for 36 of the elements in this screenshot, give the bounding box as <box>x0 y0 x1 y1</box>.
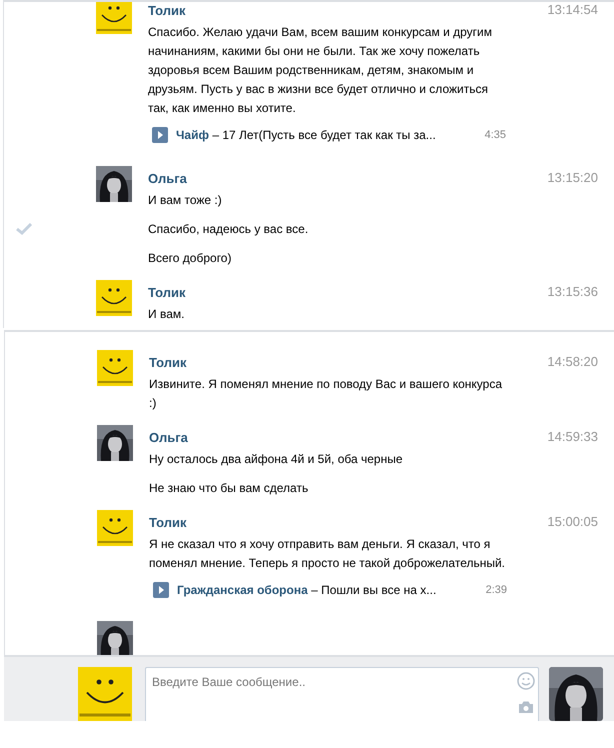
audio-title[interactable]: Чайф – 17 Лет(Пусть все будет так как ты за... <box>176 126 436 144</box>
camera-icon[interactable] <box>518 700 534 714</box>
author-name[interactable]: Ольга <box>148 170 187 188</box>
message-time: 14:58:20 <box>547 354 598 370</box>
author-name[interactable]: Толик <box>149 354 186 372</box>
author-name[interactable]: Ольга <box>149 429 188 447</box>
message-time: 14:59:33 <box>547 429 598 445</box>
message-text: Я не сказал что я хочу отправить вам деньги. Я сказал, что я поменял мнение. Теперь я просто не такой доброжелательный. <box>149 536 506 572</box>
smiley-avatar-icon <box>96 280 132 316</box>
author-name[interactable]: Толик <box>148 284 186 302</box>
message-text: Спасибо. Желаю удачи Вам, всем вашим конкурсам и другим начинаниям, какими бы они не были. Так же хочу пожелать здоровья всем Вашим родственникам, детям, знакомым и друзьям. Пусть у вас в жизни все будет отлично и сложиться так, как именно вы хотите. <box>148 24 493 117</box>
author-name[interactable]: Толик <box>148 2 186 20</box>
message-text: Всего доброго) <box>148 250 232 267</box>
emoji-icon[interactable] <box>517 672 535 690</box>
smiley-avatar-icon <box>78 667 132 721</box>
author-name[interactable]: Толик <box>149 514 186 532</box>
message-text: И вам. <box>148 306 186 323</box>
message-time: 13:15:20 <box>547 170 598 186</box>
message-time: 13:14:54 <box>547 2 598 18</box>
smiley-avatar-icon <box>97 510 133 546</box>
audio-duration: 2:39 <box>486 582 507 598</box>
message-text: Извините. Я поменял мнение по поводу Вас и вашего конкурса :) <box>149 376 504 412</box>
checkmark-icon[interactable] <box>16 223 32 235</box>
message-input[interactable]: Введите Ваше сообщение.. <box>145 667 539 721</box>
smiley-avatar-icon <box>97 350 133 386</box>
message-text: И вам тоже :) <box>148 192 223 209</box>
message-text: Не знаю что бы вам сделать <box>149 480 310 497</box>
audio-title[interactable]: Гражданская оборона – Пошли вы все на х... <box>177 581 436 599</box>
smiley-avatar-icon <box>96 2 132 34</box>
play-icon[interactable] <box>153 582 169 598</box>
play-icon[interactable] <box>152 127 168 143</box>
message-time: 13:15:36 <box>547 284 598 300</box>
audio-duration: 4:35 <box>484 128 506 143</box>
message-time: 15:00:05 <box>547 514 598 530</box>
message-text: Ну осталось два айфона 4й и 5й, оба черные <box>149 451 404 468</box>
message-text: Спасибо, надеюсь у вас все. <box>148 221 310 238</box>
